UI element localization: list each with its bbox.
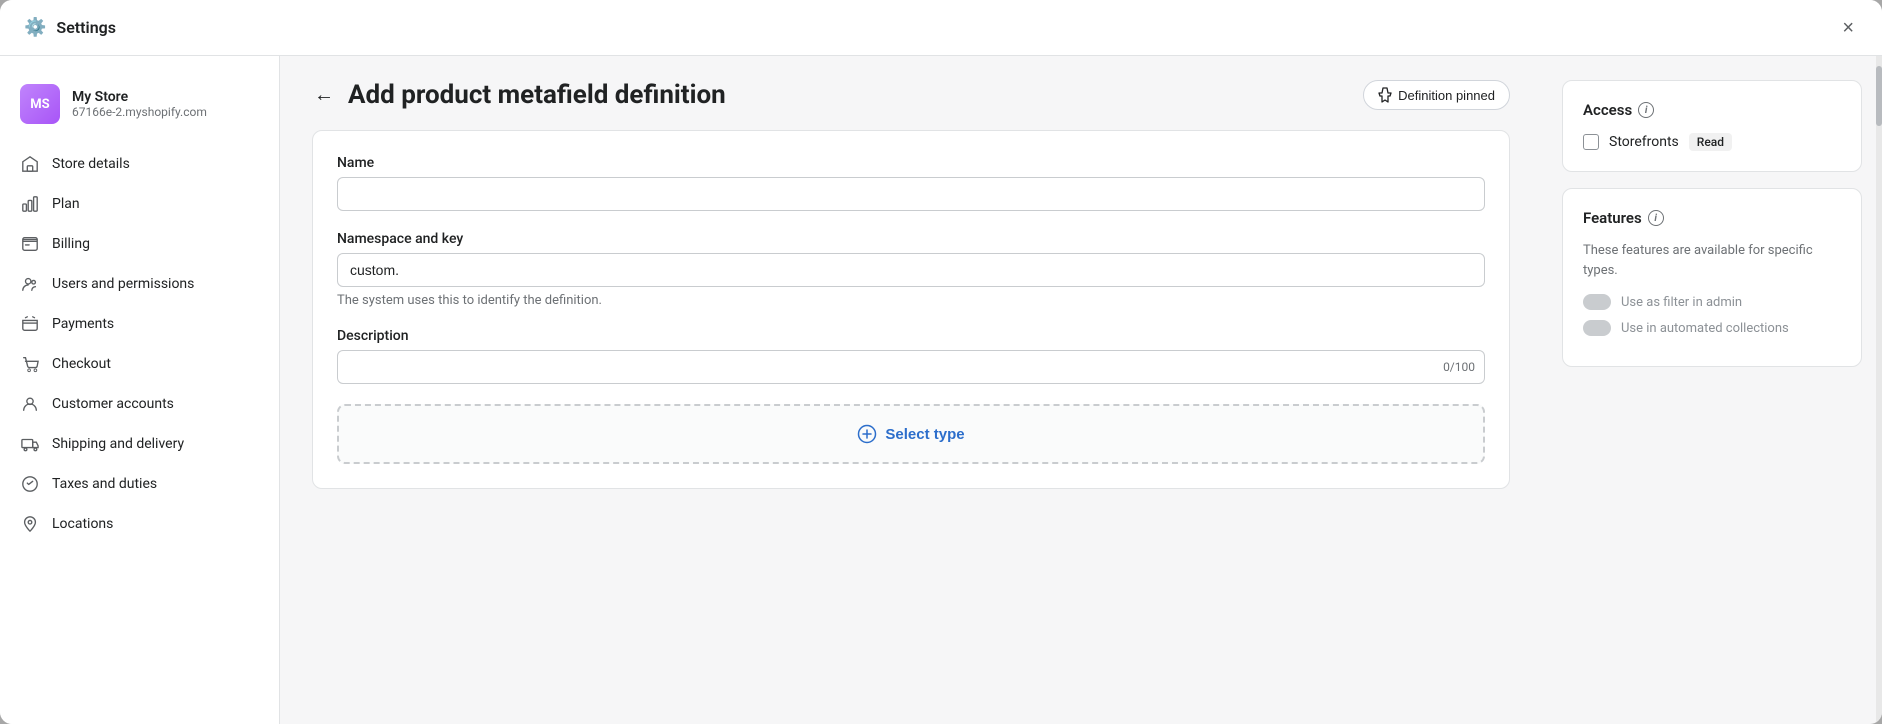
- back-button[interactable]: ←: [312, 82, 336, 109]
- sidebar-label-customer-accounts: Customer accounts: [52, 396, 174, 412]
- locations-icon: [20, 514, 40, 534]
- sidebar-item-checkout[interactable]: Checkout: [0, 344, 279, 384]
- pin-icon: [1378, 87, 1392, 103]
- sidebar-item-plan[interactable]: Plan: [0, 184, 279, 224]
- select-type-label: Select type: [885, 426, 964, 443]
- main-content: ← Add product metafield definition Defin…: [280, 56, 1542, 724]
- page-title: Add product metafield definition: [348, 80, 726, 110]
- settings-modal: ⚙️ Settings × MS My Store 67166e-2.mysho…: [0, 0, 1882, 724]
- features-panel: Features i These features are available …: [1562, 188, 1862, 367]
- sidebar-item-store-details[interactable]: Store details: [0, 144, 279, 184]
- sidebar-nav: Store details Plan Billing: [0, 144, 279, 544]
- description-label: Description: [337, 328, 1485, 344]
- name-input[interactable]: [337, 177, 1485, 211]
- sidebar-label-taxes: Taxes and duties: [52, 476, 157, 492]
- access-panel-title: Access i: [1583, 101, 1841, 119]
- access-title-text: Access: [1583, 101, 1632, 119]
- sidebar-item-taxes[interactable]: Taxes and duties: [0, 464, 279, 504]
- pin-definition-button[interactable]: Definition pinned: [1363, 80, 1510, 110]
- plan-icon: [20, 194, 40, 214]
- store-info: MS My Store 67166e-2.myshopify.com: [0, 72, 279, 136]
- name-label: Name: [337, 155, 1485, 171]
- storefronts-label: Storefronts: [1609, 134, 1679, 150]
- header-left: ⚙️ Settings: [24, 17, 116, 38]
- store-url: 67166e-2.myshopify.com: [72, 105, 207, 119]
- read-badge: Read: [1689, 133, 1732, 151]
- sidebar-item-users-permissions[interactable]: Users and permissions: [0, 264, 279, 304]
- page-header: ← Add product metafield definition Defin…: [312, 80, 1510, 110]
- namespace-field-group: Namespace and key The system uses this t…: [337, 231, 1485, 308]
- char-count: 0/100: [1443, 360, 1475, 374]
- sidebar-label-billing: Billing: [52, 236, 90, 252]
- billing-icon: [20, 234, 40, 254]
- right-panel: Access i Storefronts Read Features i: [1542, 56, 1882, 724]
- automated-collections-toggle: [1583, 320, 1611, 336]
- modal-close-button[interactable]: ×: [1838, 14, 1858, 42]
- pin-badge-label: Definition pinned: [1398, 88, 1495, 103]
- sidebar-label-plan: Plan: [52, 196, 80, 212]
- sidebar-label-locations: Locations: [52, 516, 113, 532]
- description-field-group: Description 0/100: [337, 328, 1485, 384]
- sidebar: MS My Store 67166e-2.myshopify.com Store…: [0, 56, 280, 724]
- features-title-text: Features: [1583, 209, 1642, 227]
- payments-icon: [20, 314, 40, 334]
- filter-admin-toggle: [1583, 294, 1611, 310]
- select-type-button[interactable]: Select type: [337, 404, 1485, 464]
- store-name: My Store: [72, 89, 207, 105]
- namespace-label: Namespace and key: [337, 231, 1485, 247]
- access-panel: Access i Storefronts Read: [1562, 80, 1862, 172]
- sidebar-item-customer-accounts[interactable]: Customer accounts: [0, 384, 279, 424]
- form-card: Name Namespace and key The system uses t…: [312, 130, 1510, 489]
- access-info-icon[interactable]: i: [1638, 102, 1654, 118]
- sidebar-label-users: Users and permissions: [52, 276, 194, 292]
- storefronts-checkbox[interactable]: [1583, 134, 1599, 150]
- scrollbar[interactable]: [1876, 56, 1882, 724]
- description-input[interactable]: [337, 350, 1485, 384]
- page-title-area: ← Add product metafield definition: [312, 80, 726, 110]
- features-info-icon[interactable]: i: [1648, 210, 1664, 226]
- sidebar-item-locations[interactable]: Locations: [0, 504, 279, 544]
- modal-title: Settings: [56, 18, 116, 37]
- access-storefronts-row: Storefronts Read: [1583, 133, 1841, 151]
- filter-admin-label: Use as filter in admin: [1621, 295, 1742, 310]
- store-details-icon: [20, 154, 40, 174]
- automated-collections-label: Use in automated collections: [1621, 321, 1789, 336]
- sidebar-label-shipping: Shipping and delivery: [52, 436, 184, 452]
- store-avatar: MS: [20, 84, 60, 124]
- gear-icon: ⚙️: [24, 17, 46, 38]
- modal-header: ⚙️ Settings ×: [0, 0, 1882, 56]
- scrollbar-thumb[interactable]: [1876, 66, 1882, 126]
- feature-automated-collections: Use in automated collections: [1583, 320, 1841, 336]
- sidebar-label-checkout: Checkout: [52, 356, 111, 372]
- sidebar-item-shipping[interactable]: Shipping and delivery: [0, 424, 279, 464]
- sidebar-item-payments[interactable]: Payments: [0, 304, 279, 344]
- modal-body: MS My Store 67166e-2.myshopify.com Store…: [0, 56, 1882, 724]
- namespace-input[interactable]: [337, 253, 1485, 287]
- description-wrapper: 0/100: [337, 350, 1485, 384]
- shipping-icon: [20, 434, 40, 454]
- users-icon: [20, 274, 40, 294]
- sidebar-label-store-details: Store details: [52, 156, 130, 172]
- feature-filter-admin: Use as filter in admin: [1583, 294, 1841, 310]
- sidebar-item-billing[interactable]: Billing: [0, 224, 279, 264]
- plus-circle-icon: [857, 424, 877, 444]
- features-panel-title: Features i: [1583, 209, 1841, 227]
- customer-accounts-icon: [20, 394, 40, 414]
- namespace-hint: The system uses this to identify the def…: [337, 293, 1485, 308]
- sidebar-label-payments: Payments: [52, 316, 114, 332]
- features-description: These features are available for specifi…: [1583, 241, 1841, 280]
- taxes-icon: [20, 474, 40, 494]
- checkout-icon: [20, 354, 40, 374]
- store-details: My Store 67166e-2.myshopify.com: [72, 89, 207, 119]
- name-field-group: Name: [337, 155, 1485, 211]
